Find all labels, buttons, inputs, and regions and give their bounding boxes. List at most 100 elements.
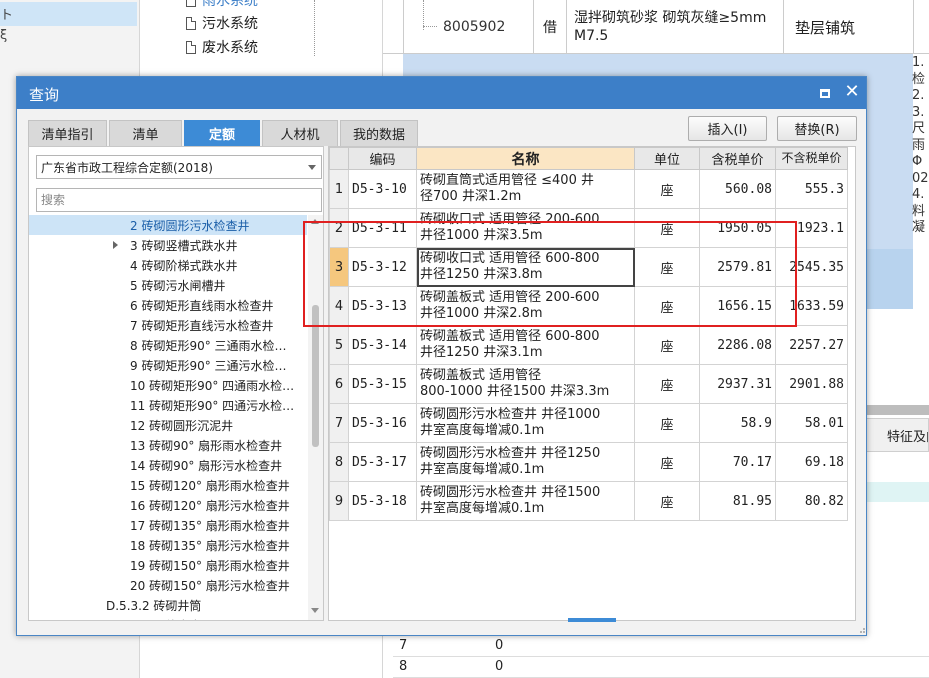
cell-name[interactable]: 砖砌圆形污水检查井 井径1000 井室高度每增减0.1m: [416, 403, 635, 443]
cell-price-without-tax[interactable]: 80.82: [775, 481, 848, 521]
cell-price-with-tax[interactable]: 1656.15: [699, 286, 776, 326]
table-row[interactable]: 4 D5-3-13 砖砌盖板式 适用管径 200-600 井径1000 井深2.8m 座…: [329, 286, 848, 326]
row-number[interactable]: 8: [329, 442, 349, 482]
cell-name[interactable]: 砖砌盖板式 适用管径 200-600 井径1000 井深2.8m: [416, 286, 635, 326]
scroll-down-icon[interactable]: [311, 608, 319, 613]
table-row[interactable]: 3 D5-3-12 砖砌收口式 适用管径 600-800 井径1250 井深3.8m 座…: [329, 247, 848, 287]
tree-item[interactable]: 10 砖砌矩形90° 四通雨水检…: [29, 375, 307, 395]
cell-code[interactable]: D5-3-12: [348, 247, 417, 287]
tree-item[interactable]: 15 砖砌120° 扇形雨水检查井: [29, 475, 307, 495]
tree-item[interactable]: 18 砖砌135° 扇形污水检查井: [29, 535, 307, 555]
row-number[interactable]: 1: [329, 169, 349, 209]
scroll-up-icon[interactable]: [311, 219, 319, 224]
cell-name[interactable]: 砖砌收口式 适用管径 600-800 井径1250 井深3.8m: [416, 247, 635, 287]
tree-item[interactable]: 8 砖砌矩形90° 三通雨水检…: [29, 335, 307, 355]
table-row[interactable]: 8 D5-3-17 砖砌圆形污水检查井 井径1250 井室高度每增减0.1m 座 70.1…: [329, 442, 848, 482]
table-row[interactable]: 6 D5-3-15 砖砌盖板式 适用管径 800-1000 井径1500 井深3.3m…: [329, 364, 848, 404]
tree-item[interactable]: 9 砖砌矩形90° 三通污水检…: [29, 355, 307, 375]
cell-unit[interactable]: 座: [634, 208, 700, 248]
cell-unit[interactable]: 座: [634, 481, 700, 521]
cell-unit[interactable]: 座: [634, 169, 700, 209]
tree-item[interactable]: 2 砖砌圆形污水检查井: [29, 215, 307, 235]
header-price-without-tax[interactable]: 不含税单价: [775, 147, 848, 170]
cell-price-with-tax[interactable]: 70.17: [699, 442, 776, 482]
tree-item[interactable]: 17 砖砌135° 扇形雨水检查井: [29, 515, 307, 535]
header-unit[interactable]: 单位: [634, 147, 700, 170]
row-number[interactable]: 3: [329, 247, 349, 287]
cell-price-without-tax[interactable]: 2901.88: [775, 364, 848, 404]
dialog-titlebar[interactable]: 查询 ✕: [17, 77, 866, 109]
background-grid-row[interactable]: 8005902 借 湿拌砌筑砂浆 砌筑灰缝≥5mm M7.5 垫层铺筑: [383, 0, 929, 54]
panel-resize-grip[interactable]: [568, 618, 616, 622]
expand-arrow-icon[interactable]: [113, 241, 118, 249]
tree-item-sewage-system[interactable]: 污水系统: [186, 13, 258, 33]
tree-item[interactable]: 14 砖砌90° 扇形污水检查井: [29, 455, 307, 475]
cell-unit[interactable]: 座: [634, 247, 700, 287]
tab-labor-material-machine[interactable]: 人材机: [262, 120, 338, 146]
tree-item[interactable]: 5 砖砌污水闸槽井: [29, 275, 307, 295]
cell-price-without-tax[interactable]: 2257.27: [775, 325, 848, 365]
cell-price-with-tax[interactable]: 2579.81: [699, 247, 776, 287]
background-splitter[interactable]: [866, 405, 929, 415]
cell-unit[interactable]: 座: [634, 403, 700, 443]
tree-item[interactable]: 19 砖砌150° 扇形雨水检查井: [29, 555, 307, 575]
cell-unit[interactable]: 座: [634, 286, 700, 326]
background-bottom-row[interactable]: 7 0: [393, 636, 929, 657]
tab-bill[interactable]: 清单: [109, 120, 182, 146]
cell-unit[interactable]: 座: [634, 325, 700, 365]
background-selected-row[interactable]: [0, 2, 137, 26]
tab-quota[interactable]: 定额: [184, 120, 260, 146]
tree-item[interactable]: 4 砖砌阶梯式跌水井: [29, 255, 307, 275]
cell-price-with-tax[interactable]: 58.9: [699, 403, 776, 443]
close-button[interactable]: ✕: [843, 83, 861, 101]
cell-price-without-tax[interactable]: 1923.1: [775, 208, 848, 248]
row-number[interactable]: 9: [329, 481, 349, 521]
cell-price-without-tax[interactable]: 2545.35: [775, 247, 848, 287]
scrollbar-thumb[interactable]: [312, 305, 319, 447]
table-row[interactable]: 1 D5-3-10 砖砌直筒式适用管径 ≤400 井径700 井深1.2m 座 560.…: [329, 169, 848, 209]
cell-code[interactable]: D5-3-13: [348, 286, 417, 326]
row-number[interactable]: 7: [329, 403, 349, 443]
cell-name[interactable]: 砖砌盖板式 适用管径 800-1000 井径1500 井深3.3m: [416, 364, 635, 404]
cell-name[interactable]: 砖砌直筒式适用管径 ≤400 井径700 井深1.2m: [416, 169, 635, 209]
cell-price-without-tax[interactable]: 69.18: [775, 442, 848, 482]
row-number[interactable]: 6: [329, 364, 349, 404]
table-row[interactable]: 9 D5-3-18 砖砌圆形污水检查井 井径1500 井室高度每增减0.1m 座 81.9…: [329, 481, 848, 521]
tree-item[interactable]: 11 砖砌矩形90° 四通污水检…: [29, 395, 307, 415]
insert-button[interactable]: 插入(I): [688, 116, 767, 141]
cell-unit[interactable]: 座: [634, 442, 700, 482]
table-row[interactable]: 7 D5-3-16 砖砌圆形污水检查井 井径1000 井室高度每增减0.1m 座 58.9…: [329, 403, 848, 443]
replace-button[interactable]: 替换(R): [777, 116, 857, 141]
header-name[interactable]: 名称: [416, 147, 635, 170]
tree-item[interactable]: 6 砖砌矩形直线雨水检查井: [29, 295, 307, 315]
maximize-button[interactable]: [817, 85, 833, 101]
cell-name[interactable]: 砖砌圆形污水检查井 井径1500 井室高度每增减0.1m: [416, 481, 635, 521]
cell-name[interactable]: 砖砌收口式 适用管径 200-600 井径1000 井深3.5m: [416, 208, 635, 248]
cell-name[interactable]: 砖砌圆形污水检查井 井径1250 井室高度每增减0.1m: [416, 442, 635, 482]
cell-price-without-tax[interactable]: 58.01: [775, 403, 848, 443]
row-number[interactable]: 4: [329, 286, 349, 326]
table-row[interactable]: 2 D5-3-11 砖砌收口式 适用管径 200-600 井径1000 井深3.5m 座…: [329, 208, 848, 248]
cell-price-with-tax[interactable]: 2286.08: [699, 325, 776, 365]
cell-code[interactable]: D5-3-10: [348, 169, 417, 209]
cell-name[interactable]: 砖砌盖板式 适用管径 600-800 井径1250 井深3.1m: [416, 325, 635, 365]
cell-code[interactable]: D5-3-16: [348, 403, 417, 443]
tree-item[interactable]: 20 砖砌150° 扇形污水检查井: [29, 575, 307, 595]
cell-code[interactable]: D5-3-11: [348, 208, 417, 248]
tree-item-rain-system[interactable]: 雨水系统: [186, 0, 258, 10]
cell-price-with-tax[interactable]: 1950.05: [699, 208, 776, 248]
search-input[interactable]: [36, 188, 322, 212]
tree-item[interactable]: 3 砖砌竖槽式跌水井: [29, 235, 307, 255]
tree-item[interactable]: 12 砖砌圆形沉泥井: [29, 415, 307, 435]
cell-code[interactable]: D5-3-15: [348, 364, 417, 404]
tree-scrollbar[interactable]: [308, 215, 323, 620]
resize-grip-icon[interactable]: [857, 625, 865, 633]
cell-code[interactable]: D5-3-17: [348, 442, 417, 482]
header-code[interactable]: 编码: [348, 147, 417, 170]
background-bottom-row[interactable]: 8 0: [393, 657, 929, 678]
row-number[interactable]: 2: [329, 208, 349, 248]
cell-price-without-tax[interactable]: 555.3: [775, 169, 848, 209]
tab-bill-guide[interactable]: 清单指引: [28, 120, 107, 146]
tree-item[interactable]: 7 砖砌矩形直线污水检查井: [29, 315, 307, 335]
table-row[interactable]: 5 D5-3-14 砖砌盖板式 适用管径 600-800 井径1250 井深3.1m 座…: [329, 325, 848, 365]
